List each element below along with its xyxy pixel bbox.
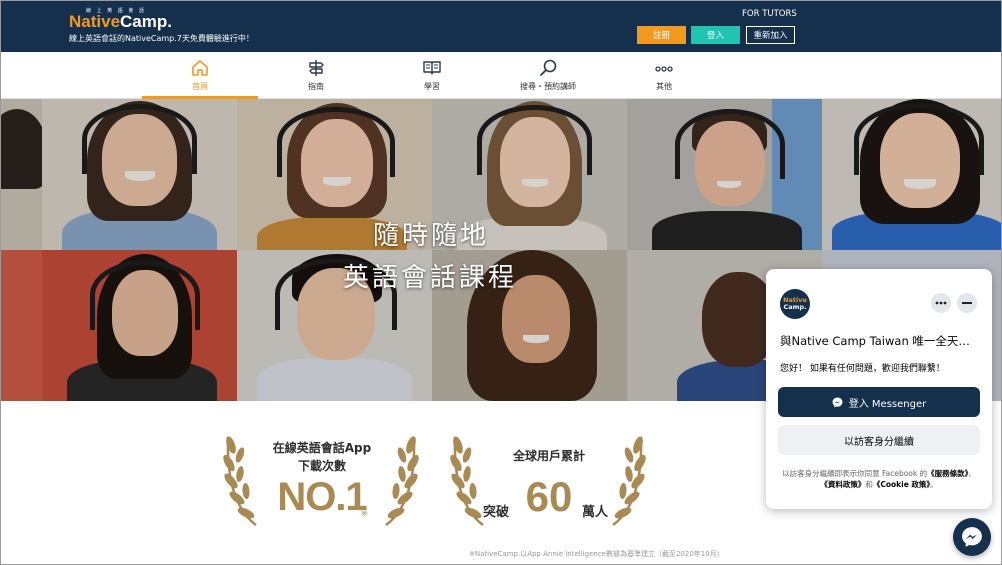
terms-separator: 、 [968, 469, 976, 478]
register-button[interactable]: 註冊 [637, 26, 686, 44]
cookie-policy-link[interactable]: 《Cookie 政策》 [873, 480, 930, 489]
messenger-icon [962, 527, 982, 547]
award-app-line1: 在線英語會話App [272, 441, 372, 455]
nav-label-learn: 學習 [424, 82, 440, 91]
hero-headline-line1: 隨時隨地 [373, 221, 490, 251]
chat-title: 與Native Camp Taiwan 唯一全天候客服線上交談 [780, 334, 980, 348]
data-policy-link[interactable]: 《資料政策》 [820, 480, 865, 489]
award-app-line2: 下載次數 [297, 459, 346, 473]
laurel-right-icon [612, 436, 646, 527]
messenger-chat-popup: Native Camp. 與Native Camp Taiwan 唯一全天候客服… [766, 269, 992, 509]
rejoin-button[interactable]: 重新加入 [746, 26, 795, 44]
logo-native-text: Native [69, 12, 121, 31]
award-global-users: 全球用戶累計 突破 60 萬人 [449, 429, 649, 529]
nav-item-other[interactable]: 其他 [606, 52, 722, 99]
more-dots-icon [655, 66, 673, 72]
award-users-prefix: 突破 [483, 505, 510, 520]
nav-item-home[interactable]: 首頁 [142, 52, 258, 99]
award-app-mark: ※ [361, 509, 368, 518]
login-button[interactable]: 登入 [691, 26, 740, 44]
site-logo[interactable]: NativeCamp. [69, 12, 172, 32]
main-nav: 首頁 指南 學習 搜尋・預約講師 其他 [1, 52, 1001, 99]
nav-label-guide: 指南 [308, 82, 324, 91]
messenger-launcher-button[interactable] [953, 518, 991, 556]
signpost-icon [309, 60, 324, 76]
nav-label-other: 其他 [656, 82, 672, 91]
chat-page-avatar: Native Camp. [780, 289, 810, 319]
awards-footnote: ※NativeCamp.以App Annie Intelligence數據為基準… [469, 550, 724, 558]
page-frame: 線 上 英 語 會 話 NativeCamp. 線上英語會話的NativeCam… [0, 0, 1002, 565]
chat-avatar-camp: Camp. [783, 303, 807, 311]
terms-of-service-link[interactable]: 《服務條款》 [927, 469, 968, 478]
minimize-icon[interactable] [957, 293, 977, 313]
nav-item-search-tutors[interactable]: 搜尋・預約講師 [490, 52, 606, 99]
nav-label-search-tutors: 搜尋・預約講師 [520, 82, 576, 91]
login-messenger-label: 登入 Messenger [848, 398, 927, 410]
chat-terms: 以訪客身分繼續即表示你同意 Facebook 的《服務條款》、《資料政策》和《C… [778, 469, 980, 491]
nav-item-guide[interactable]: 指南 [258, 52, 374, 99]
award-users-line1: 全球用戶累計 [512, 449, 585, 463]
award-users-suffix: 萬人 [582, 505, 609, 520]
terms-prefix: 以訪客身分繼續即表示你同意 Facebook 的 [782, 469, 928, 478]
header-tagline: 線上英語會話的NativeCamp.7天免費體驗進行中！ [69, 34, 254, 43]
home-icon [192, 60, 208, 76]
site-header: 線 上 英 語 會 話 NativeCamp. 線上英語會話的NativeCam… [1, 1, 1001, 52]
book-icon [423, 61, 441, 75]
chat-greeting: 您好！ 如果有任何問題，歡迎我們聯繫！ [780, 364, 945, 374]
laurel-right-icon [385, 436, 419, 527]
laurel-left-icon [223, 436, 257, 527]
nav-label-home: 首頁 [192, 82, 208, 91]
logo-camp-text: Camp. [120, 12, 172, 31]
award-users-number: 60 [525, 473, 573, 520]
terms-and: 和 [865, 479, 873, 489]
terms-end: 。 [930, 479, 938, 489]
login-messenger-button[interactable]: 登入 Messenger [778, 387, 980, 417]
for-tutors-link[interactable]: FOR TUTORS [742, 9, 797, 19]
hero-headline-line2: 英語會話課程 [343, 263, 518, 293]
more-horizontal-icon[interactable] [931, 293, 951, 313]
award-app-downloads: 在線英語會話App 下載次數 NO.1 ※ [222, 429, 422, 529]
search-icon [540, 59, 557, 76]
award-app-rank: NO.1 [277, 475, 367, 519]
messenger-icon [832, 397, 843, 407]
nav-item-learn[interactable]: 學習 [374, 52, 490, 99]
continue-as-guest-button[interactable]: 以訪客身分繼續 [778, 425, 980, 455]
